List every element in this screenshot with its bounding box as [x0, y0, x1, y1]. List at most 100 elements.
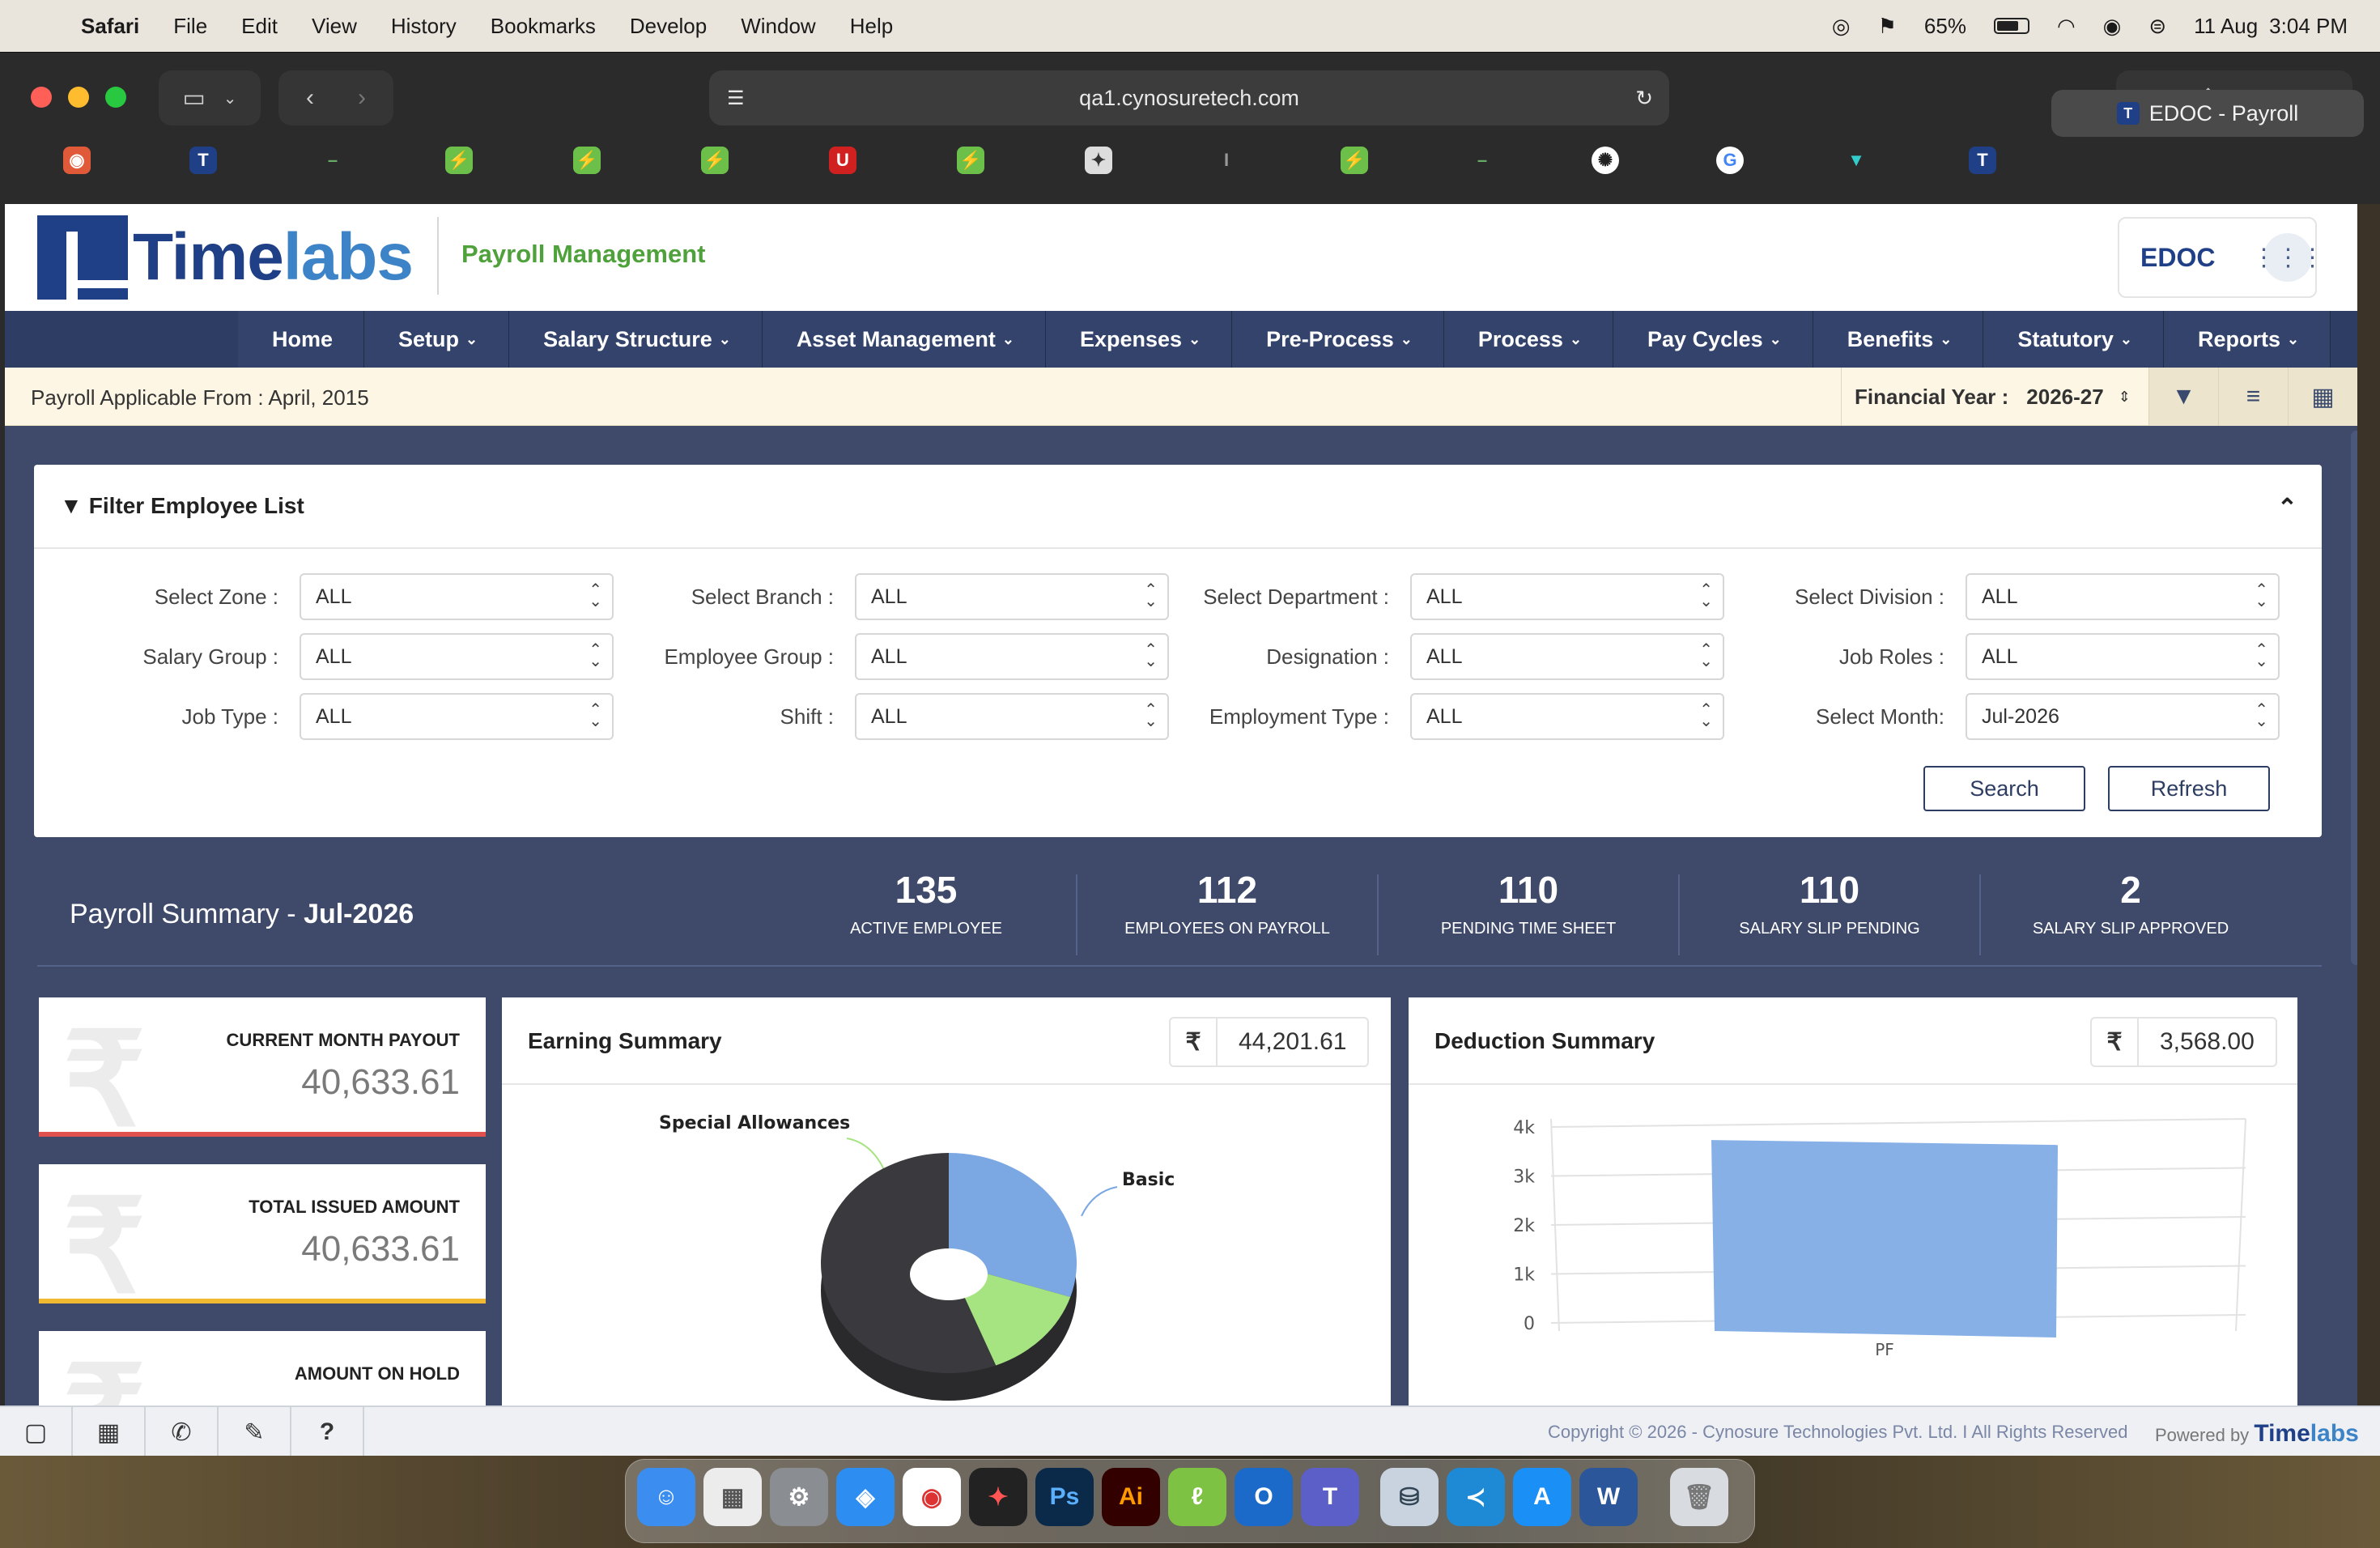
menu-app-name[interactable]: Safari — [81, 14, 139, 39]
tab-favicon-green-icon[interactable]: ⚡ — [1341, 147, 1368, 174]
notes-icon[interactable]: ▢ — [0, 1407, 73, 1457]
filter-icon[interactable]: ▼ — [2148, 368, 2218, 426]
filter-select[interactable]: ALL ⌃ ⌄ — [300, 633, 614, 680]
filter-select[interactable]: ALL ⌃ ⌄ — [855, 693, 1169, 740]
amount-on-hold-card[interactable]: ₹ AMOUNT ON HOLD — [39, 1331, 486, 1406]
nav-process[interactable]: Process ⌄ — [1443, 311, 1614, 368]
menu-develop[interactable]: Develop — [630, 14, 707, 39]
dock-vscode-icon[interactable]: ≺ — [1447, 1468, 1505, 1526]
apps-grid-icon[interactable]: ⋮⋮⋮ — [2251, 233, 2324, 282]
ticket-icon[interactable]: ✎ — [219, 1407, 291, 1457]
phone-icon[interactable]: ✆ — [146, 1407, 219, 1457]
tab-favicon-google-icon[interactable]: G — [1716, 147, 1744, 174]
tab-favicon-bird-icon[interactable]: ✦ — [1085, 147, 1112, 174]
dock-trash-icon[interactable]: 🗑 — [1670, 1468, 1728, 1526]
nav-statutory[interactable]: Statutory ⌄ — [1983, 311, 2164, 368]
tab-favicon-blank-icon[interactable]: – — [319, 147, 346, 174]
menu-view[interactable]: View — [312, 14, 357, 39]
wifi-icon[interactable]: ◠ — [2057, 14, 2076, 39]
page-settings-icon[interactable]: ☰ — [727, 87, 745, 110]
close-window-button[interactable] — [31, 87, 52, 108]
tab-favicon-green-icon[interactable]: ⚡ — [701, 147, 729, 174]
calculator-icon[interactable]: ▦ — [2288, 368, 2357, 426]
menu-history[interactable]: History — [391, 14, 457, 39]
filter-select[interactable]: ALL ⌃ ⌄ — [1966, 573, 2280, 620]
dock-teams-icon[interactable]: T — [1301, 1468, 1359, 1526]
reload-icon[interactable]: ↻ — [1635, 86, 1653, 111]
tab-favicon-photos-icon[interactable]: ◉ — [63, 147, 91, 174]
filter-select[interactable]: ALL ⌃ ⌄ — [300, 573, 614, 620]
tab-favicon-timelabs-icon[interactable]: T — [189, 147, 217, 174]
dock-green-app-icon[interactable]: ℓ — [1168, 1468, 1226, 1526]
bar[interactable] — [1711, 1140, 2058, 1337]
timelabs-logo[interactable]: Timelabs — [37, 215, 414, 300]
menu-bookmarks[interactable]: Bookmarks — [491, 14, 596, 39]
page-scrollbar[interactable] — [2351, 431, 2357, 965]
nav-pay-cycles[interactable]: Pay Cycles ⌄ — [1613, 311, 1813, 368]
nav-benefits[interactable]: Benefits ⌄ — [1813, 311, 1984, 368]
zoom-window-button[interactable] — [105, 87, 126, 108]
sidebar-toggle-button[interactable]: ▭ ⌄ — [159, 70, 261, 125]
search-button[interactable]: Search — [1923, 766, 2085, 811]
tab-favicon-openai-icon[interactable]: ✺ — [1592, 147, 1619, 174]
current-month-payout-card[interactable]: ₹ CURRENT MONTH PAYOUT 40,633.61 — [39, 997, 486, 1152]
forward-icon[interactable]: › — [358, 84, 366, 112]
address-bar[interactable]: ☰ qa1.cynosuretech.com ↻ — [709, 70, 1669, 125]
menu-file[interactable]: File — [173, 14, 207, 39]
financial-year-value[interactable]: 2026-27 — [2026, 385, 2103, 410]
tab-favicon-u-icon[interactable]: U — [829, 147, 856, 174]
dock-illustrator-icon[interactable]: Ai — [1102, 1468, 1160, 1526]
dock-word-icon[interactable]: W — [1579, 1468, 1638, 1526]
total-issued-amount-card[interactable]: ₹ TOTAL ISSUED AMOUNT 40,633.61 — [39, 1164, 486, 1319]
menu-edit[interactable]: Edit — [241, 14, 278, 39]
dock-app-store-icon[interactable]: A — [1513, 1468, 1571, 1526]
tab-favicon-green-icon[interactable]: ⚡ — [957, 147, 984, 174]
nav-setup[interactable]: Setup ⌄ — [364, 311, 510, 368]
nav-salary-structure[interactable]: Salary Structure ⌄ — [509, 311, 763, 368]
financial-year-selector[interactable]: Financial Year : 2026-27 ⇕ — [1841, 368, 2131, 426]
siri-icon[interactable]: ◉ — [2103, 14, 2122, 39]
tenant-switcher[interactable]: EDOC ⋮⋮⋮ — [2118, 217, 2324, 298]
creative-cloud-icon[interactable]: ◎ — [1832, 14, 1851, 39]
control-center-icon[interactable]: ⊜ — [2148, 14, 2166, 39]
back-icon[interactable]: ‹ — [306, 84, 314, 112]
refresh-button[interactable]: Refresh — [2108, 766, 2270, 811]
filter-select[interactable]: ALL ⌃ ⌄ — [855, 573, 1169, 620]
filter-select[interactable]: ALL ⌃ ⌄ — [1410, 693, 1724, 740]
tab-favicon-cursor-icon[interactable]: I — [1213, 147, 1240, 174]
minimize-window-button[interactable] — [68, 87, 89, 108]
menu-help[interactable]: Help — [850, 14, 893, 39]
battery-icon[interactable] — [1993, 18, 2029, 34]
list-view-icon[interactable]: ≡ — [2218, 368, 2288, 426]
dock-outlook-icon[interactable]: O — [1235, 1468, 1293, 1526]
nav-expenses[interactable]: Expenses ⌄ — [1045, 311, 1233, 368]
calculator-icon[interactable]: ▦ — [73, 1407, 146, 1457]
nav-pre-process[interactable]: Pre-Process ⌄ — [1232, 311, 1444, 368]
dock-finder-icon[interactable]: ☺ — [637, 1468, 695, 1526]
filter-select[interactable]: ALL ⌃ ⌄ — [1410, 633, 1724, 680]
teams-status-icon[interactable]: ⚑ — [1878, 14, 1897, 39]
nav-reports[interactable]: Reports ⌄ — [2163, 311, 2331, 368]
tab-favicon-v-icon[interactable]: ▼ — [1842, 147, 1870, 174]
tab-favicon-green-icon[interactable]: ⚡ — [445, 147, 473, 174]
dock-launchpad-icon[interactable]: ▦ — [703, 1468, 762, 1526]
active-tab[interactable]: T EDOC - Payroll — [2051, 90, 2364, 137]
filter-select[interactable]: Jul-2026 ⌃ ⌄ — [1966, 693, 2280, 740]
menu-window[interactable]: Window — [741, 14, 815, 39]
tab-favicon-blank-icon[interactable]: – — [1468, 147, 1496, 174]
nav-home[interactable]: Home — [238, 311, 365, 368]
dock-chrome-icon[interactable]: ◉ — [903, 1468, 961, 1526]
dock-photoshop-icon[interactable]: Ps — [1035, 1468, 1094, 1526]
dock-disk-utility-icon[interactable]: ⛁ — [1380, 1468, 1439, 1526]
filter-select[interactable]: ALL ⌃ ⌄ — [855, 633, 1169, 680]
help-icon[interactable]: ? — [291, 1407, 364, 1457]
filter-panel-header[interactable]: ▼ Filter Employee List ⌃ — [34, 465, 2322, 549]
nav-asset-management[interactable]: Asset Management ⌄ — [762, 311, 1046, 368]
tab-favicon-green-icon[interactable]: ⚡ — [573, 147, 601, 174]
dock-figma-icon[interactable]: ✦ — [969, 1468, 1027, 1526]
dock-settings-icon[interactable]: ⚙ — [770, 1468, 828, 1526]
collapse-chevron-icon[interactable]: ⌃ — [2277, 494, 2297, 522]
dock-safari-icon[interactable]: ◈ — [836, 1468, 895, 1526]
tab-favicon-timelabs-icon[interactable]: T — [1969, 147, 1996, 174]
filter-select[interactable]: ALL ⌃ ⌄ — [300, 693, 614, 740]
